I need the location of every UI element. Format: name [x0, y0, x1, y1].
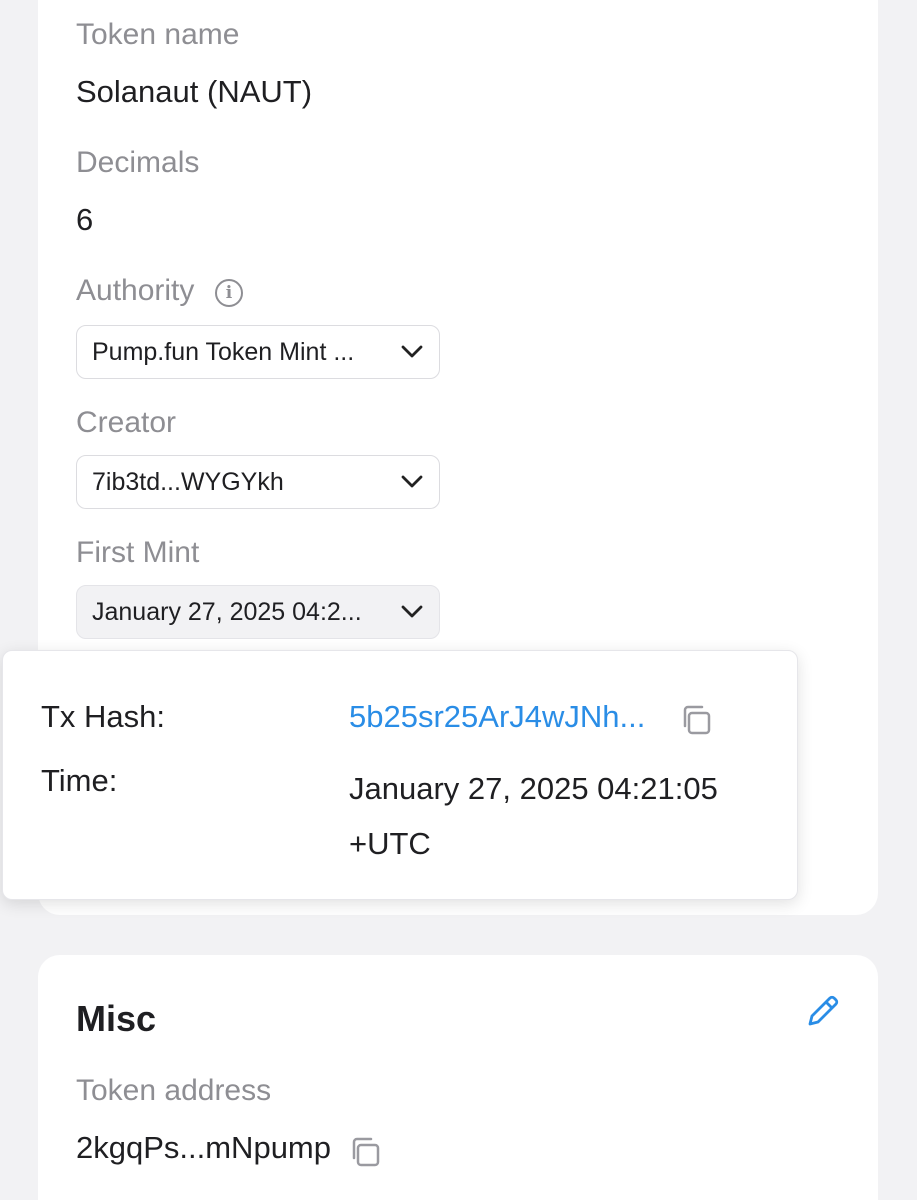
- first-mint-select[interactable]: January 27, 2025 04:2...: [76, 585, 440, 639]
- copy-icon[interactable]: [679, 703, 713, 737]
- creator-label: Creator: [76, 406, 177, 439]
- creator-select-value: 7ib3td...WYGYkh: [92, 467, 284, 496]
- tx-hash-label: Tx Hash:: [41, 699, 166, 734]
- copy-icon[interactable]: [348, 1135, 382, 1169]
- token-address-label: Token address: [76, 1074, 272, 1107]
- first-mint-popover: Tx Hash: 5b25sr25ArJ4wJNh... Time: Janua…: [2, 650, 798, 900]
- time-value-line2: +UTC: [349, 826, 431, 861]
- page: Token name Solanaut (NAUT) Decimals 6 Au…: [0, 0, 917, 1200]
- time-label: Time:: [41, 763, 118, 798]
- creator-select[interactable]: 7ib3td...WYGYkh: [76, 455, 440, 509]
- chevron-down-icon: [399, 339, 425, 365]
- authority-select[interactable]: Pump.fun Token Mint ...: [76, 325, 440, 379]
- time-value-line1: January 27, 2025 04:21:05: [349, 771, 718, 806]
- misc-title: Misc: [76, 998, 157, 1039]
- authority-label: Authority: [76, 274, 195, 307]
- first-mint-select-value: January 27, 2025 04:2...: [92, 597, 362, 626]
- tx-hash-link[interactable]: 5b25sr25ArJ4wJNh...: [349, 699, 645, 735]
- first-mint-label: First Mint: [76, 536, 200, 569]
- time-value: January 27, 2025 04:21:05 +UTC: [349, 761, 749, 871]
- chevron-down-icon: [399, 599, 425, 625]
- authority-select-value: Pump.fun Token Mint ...: [92, 337, 355, 366]
- edit-icon[interactable]: [804, 992, 842, 1030]
- token-name-label: Token name: [76, 18, 240, 51]
- chevron-down-icon: [399, 469, 425, 495]
- token-name-value: Solanaut (NAUT): [76, 74, 313, 109]
- decimals-value: 6: [76, 202, 94, 237]
- token-address-value: 2kgqPs...mNpump: [76, 1130, 331, 1165]
- decimals-label: Decimals: [76, 146, 200, 179]
- info-icon[interactable]: i: [215, 279, 243, 307]
